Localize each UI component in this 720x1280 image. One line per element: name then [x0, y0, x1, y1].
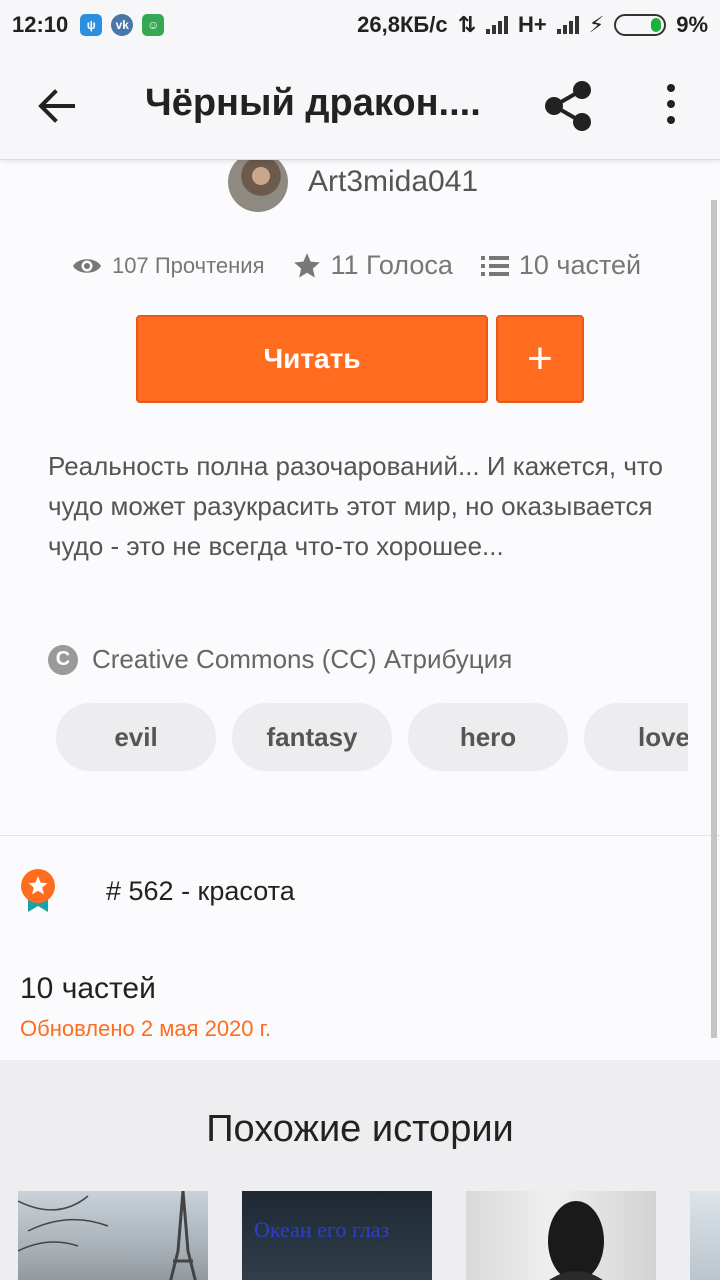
reads-count: 107 Прочтения: [112, 252, 265, 278]
avatar[interactable]: [228, 152, 288, 212]
table-of-contents-link[interactable]: 10 частей: [20, 972, 156, 1006]
tag-chip[interactable]: hero: [408, 703, 568, 771]
share-button[interactable]: [540, 78, 596, 134]
share-icon: [545, 81, 591, 131]
app-bar: Чёрный дракон....: [0, 50, 720, 160]
divider: [0, 835, 720, 836]
notification-app-icon: ψ: [80, 14, 103, 36]
arrow-left-icon: [38, 89, 75, 123]
tags-list: evil fantasy hero love: [56, 703, 688, 773]
back-button[interactable]: [36, 86, 76, 126]
read-button[interactable]: Читать: [136, 315, 488, 403]
copyright-icon: C: [48, 644, 78, 675]
similar-stories-section: Похожие истории Океан его глаз: [0, 1060, 720, 1280]
vk-icon: vk: [111, 14, 134, 36]
network-speed: 26,8КБ/с: [357, 12, 448, 37]
updated-date: Обновлено 2 мая 2020 г.: [20, 1016, 272, 1041]
votes-stat: 11 Голоса: [293, 250, 453, 281]
cover-title: Океан его глаз: [254, 1217, 390, 1242]
signal-icon: [486, 16, 508, 34]
star-icon: [293, 252, 320, 278]
signal-icon: [556, 16, 579, 34]
battery-percent: 9%: [676, 12, 708, 37]
more-vertical-icon: [667, 84, 675, 92]
more-options-button[interactable]: [656, 84, 686, 124]
person-image: [548, 1201, 604, 1280]
author-name[interactable]: Art3mida041: [308, 165, 478, 199]
similar-stories-list: Океан его глаз: [18, 1191, 720, 1280]
list-icon: [480, 255, 509, 276]
scrollbar[interactable]: [711, 200, 717, 1038]
tag-chip[interactable]: evil: [56, 703, 216, 771]
license-text: Creative Commons (CC) Атрибуция: [92, 644, 513, 674]
story-cover[interactable]: [690, 1191, 720, 1280]
similar-stories-title: Похожие истории: [206, 1108, 514, 1150]
story-description: Реальность полна разочарований... И каже…: [48, 451, 663, 561]
status-bar: 12:10 ψ vk ☺ 26,8КБ/с ⇅ H+ ⚡ 9%: [0, 0, 720, 50]
story-stats: 107 Прочтения 11 Голоса 10 частей: [72, 250, 669, 281]
parts-stat: 10 частей: [480, 250, 642, 281]
notification-app-icon: ☺: [142, 14, 165, 36]
data-transfer-icon: ⇅: [457, 12, 476, 37]
add-to-library-button[interactable]: +: [496, 315, 584, 403]
tag-chip[interactable]: love: [584, 703, 688, 771]
story-cover[interactable]: [466, 1191, 656, 1280]
battery-icon: [614, 14, 667, 36]
status-time: 12:10: [12, 12, 69, 37]
story-details: Art3mida041 107 Прочтения 11 Голоса 10 ч…: [0, 152, 720, 1060]
parts-stat-count: 10 частей: [518, 250, 642, 280]
author-row[interactable]: Art3mida041: [228, 152, 478, 212]
eiffel-tower-image: [18, 1191, 197, 1280]
votes-count: 11 Голоса: [330, 250, 453, 280]
story-cover[interactable]: Океан его глаз: [242, 1191, 432, 1280]
network-type: H+: [518, 12, 547, 37]
license-row: C Creative Commons (CC) Атрибуция: [48, 644, 512, 675]
reads-stat: 107 Прочтения: [72, 253, 265, 279]
charging-icon: ⚡: [588, 12, 605, 37]
ranking-badge-icon: [21, 869, 55, 912]
ranking-row[interactable]: # 562 - красота: [20, 868, 295, 914]
eye-icon: [73, 258, 101, 273]
story-cover[interactable]: [18, 1191, 208, 1280]
tag-chip[interactable]: fantasy: [232, 703, 392, 771]
page-title: Чёрный дракон....: [145, 82, 481, 124]
ranking-text: # 562 - красота: [106, 875, 295, 906]
